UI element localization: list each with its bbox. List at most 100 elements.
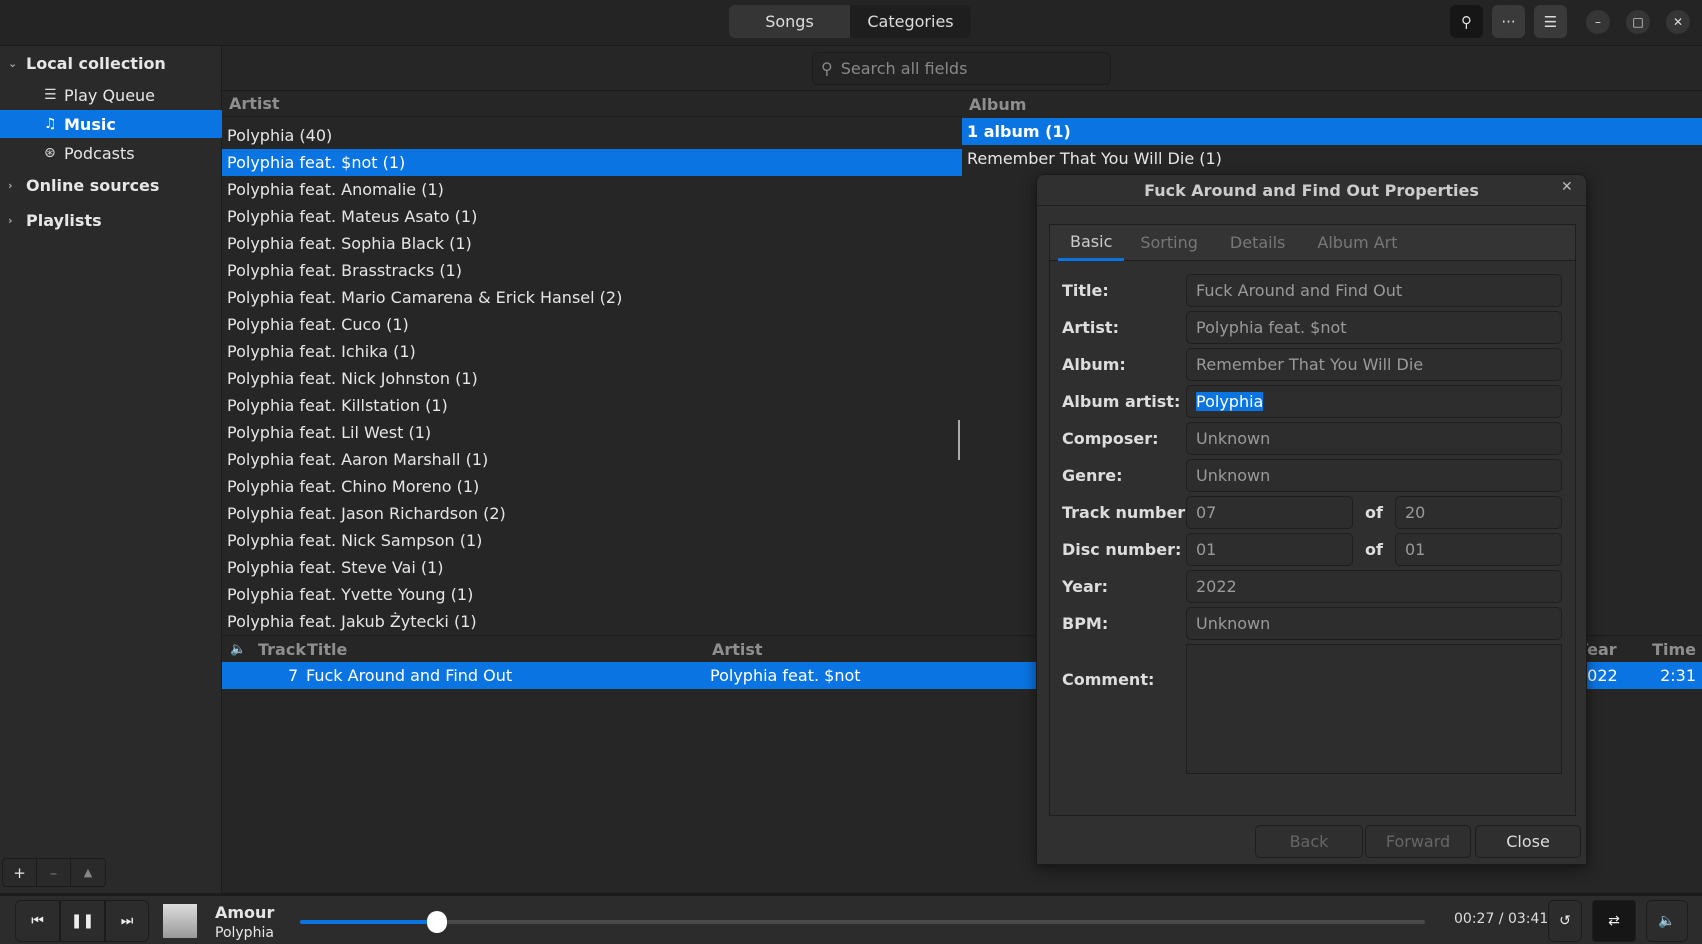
sidebar-item-label: Music	[64, 114, 116, 134]
list-item[interactable]: Polyphia feat. Mario Camarena & Erick Ha…	[222, 284, 962, 311]
sidebar-group-online-sources[interactable]: › Online sources	[0, 171, 222, 199]
tab-songs[interactable]: Songs	[729, 5, 850, 38]
group-label: Online sources	[26, 175, 160, 195]
track-number-field[interactable]: 07	[1186, 496, 1353, 529]
bpm-field[interactable]: Unknown	[1186, 607, 1562, 640]
sidebar-item-music[interactable]: ♫ Music	[0, 110, 222, 138]
back-button[interactable]: Back	[1255, 825, 1363, 858]
track-column-header[interactable]: Track	[258, 640, 306, 659]
comment-textarea[interactable]	[1186, 644, 1562, 774]
list-item[interactable]: Polyphia feat. $not (1)	[222, 149, 962, 176]
list-item[interactable]: Polyphia feat. Yvette Young (1)	[222, 581, 962, 608]
seek-handle[interactable]	[427, 911, 448, 933]
tab-album-art[interactable]: Album Art	[1301, 233, 1413, 252]
artist-column-header[interactable]: Artist	[222, 91, 962, 117]
minimize-button[interactable]: –	[1586, 10, 1610, 34]
tab-categories[interactable]: Categories	[850, 5, 971, 38]
title-column-header[interactable]: Title	[307, 640, 347, 659]
title-field[interactable]: Fuck Around and Find Out	[1186, 274, 1562, 307]
menu-button[interactable]: ☰	[1534, 5, 1567, 38]
search-button[interactable]: ⚲	[1450, 5, 1483, 38]
album-column-header[interactable]: Album	[962, 91, 1702, 118]
close-button[interactable]: Close	[1475, 825, 1581, 858]
disc-total-field[interactable]: 01	[1395, 533, 1562, 566]
sidebar-item-label: Play Queue	[64, 85, 156, 105]
list-item[interactable]: Polyphia feat. Steve Vai (1)	[222, 554, 962, 581]
track-number: 7	[288, 666, 299, 685]
album-art	[163, 904, 197, 938]
remove-button[interactable]: –	[37, 859, 71, 886]
scrollbar[interactable]	[958, 420, 960, 460]
sidebar-item-podcasts[interactable]: ⊛ Podcasts	[0, 139, 222, 167]
previous-icon: ⏮	[31, 913, 44, 929]
disc-number-field[interactable]: 01	[1186, 533, 1353, 566]
previous-button[interactable]: ⏮	[15, 900, 60, 942]
time-readout: 00:27 / 03:41	[1454, 911, 1549, 927]
close-icon: ✕	[1672, 15, 1684, 29]
maximize-button[interactable]: □	[1626, 10, 1650, 34]
composer-label: Composer:	[1062, 429, 1159, 448]
group-label: Playlists	[26, 210, 102, 230]
artist-column-header[interactable]: Artist	[712, 640, 763, 659]
sidebar-group-local-collection[interactable]: ⌄ Local collection	[0, 49, 222, 77]
pause-button[interactable]: ❚❚	[60, 900, 105, 942]
comment-label: Comment:	[1062, 670, 1155, 689]
search-icon: ⚲	[1461, 12, 1472, 31]
album-artist-label: Album artist:	[1062, 392, 1181, 411]
list-item[interactable]: Polyphia feat. Jakub Żytecki (1)	[222, 608, 962, 635]
shuffle-button[interactable]: ⇄	[1592, 900, 1636, 942]
selected-text: Polyphia	[1196, 392, 1264, 411]
volume-button[interactable]: 🔈	[1646, 900, 1688, 942]
more-button[interactable]: ···	[1492, 5, 1525, 38]
forward-button[interactable]: Forward	[1365, 825, 1471, 858]
sidebar-item-label: Podcasts	[64, 143, 135, 163]
seek-slider[interactable]	[300, 911, 1425, 933]
close-window-button[interactable]: ✕	[1666, 10, 1690, 34]
search-input[interactable]: ⚲ Search all fields	[812, 52, 1111, 85]
tab-sorting[interactable]: Sorting	[1124, 233, 1214, 252]
list-item[interactable]: Polyphia feat. Nick Sampson (1)	[222, 527, 962, 554]
artist-pane: Artist Polyphia (40) Polyphia feat. $not …	[222, 91, 962, 635]
now-playing-artist: Polyphia	[215, 925, 274, 941]
eject-button[interactable]: ▲	[71, 859, 105, 886]
track-total-field[interactable]: 20	[1395, 496, 1562, 529]
tab-basic[interactable]: Basic	[1058, 225, 1125, 261]
speaker-icon: 🔈	[230, 641, 247, 657]
next-button[interactable]: ⏭	[105, 900, 149, 942]
player-bar: ⏮ ❚❚ ⏭ Amour Polyphia 00:27 / 03:41 ↺ ⇄ …	[0, 893, 1702, 944]
album-artist-field[interactable]: Polyphia	[1186, 385, 1562, 418]
dialog-close-button[interactable]: ✕	[1561, 179, 1573, 195]
list-item[interactable]: Polyphia feat. Jason Richardson (2)	[222, 500, 962, 527]
list-item[interactable]: Polyphia feat. Anomalie (1)	[222, 176, 962, 203]
list-item[interactable]: Polyphia feat. Cuco (1)	[222, 311, 962, 338]
tab-details[interactable]: Details	[1214, 233, 1301, 252]
repeat-button[interactable]: ↺	[1548, 900, 1582, 942]
sidebar-group-playlists[interactable]: › Playlists	[0, 206, 222, 234]
of-label: of	[1365, 503, 1383, 522]
genre-field[interactable]: Unknown	[1186, 459, 1562, 492]
year-field[interactable]: 2022	[1186, 570, 1562, 603]
list-item[interactable]: Polyphia feat. Chino Moreno (1)	[222, 473, 962, 500]
tab-bar: Basic Sorting Details Album Art	[1050, 225, 1575, 261]
list-item[interactable]: Polyphia feat. Killstation (1)	[222, 392, 962, 419]
list-item[interactable]: Polyphia feat. Nick Johnston (1)	[222, 365, 962, 392]
list-item[interactable]: Polyphia feat. Sophia Black (1)	[222, 230, 962, 257]
list-item[interactable]: Polyphia feat. Aaron Marshall (1)	[222, 446, 962, 473]
list-item[interactable]: Polyphia feat. Mateus Asato (1)	[222, 203, 962, 230]
list-item[interactable]: Remember That You Will Die (1)	[962, 145, 1702, 172]
composer-field[interactable]: Unknown	[1186, 422, 1562, 455]
list-item[interactable]: Polyphia feat. Brasstracks (1)	[222, 257, 962, 284]
album-field[interactable]: Remember That You Will Die	[1186, 348, 1562, 381]
artist-field[interactable]: Polyphia feat. $not	[1186, 311, 1562, 344]
time-column-header[interactable]: Time	[1652, 640, 1696, 659]
add-button[interactable]: +	[3, 859, 37, 886]
list-item[interactable]: Polyphia feat. Lil West (1)	[222, 419, 962, 446]
list-item[interactable]: Polyphia feat. Ichika (1)	[222, 338, 962, 365]
sidebar-item-play-queue[interactable]: ☰ Play Queue	[0, 81, 222, 109]
disc-label: Disc number:	[1062, 540, 1182, 559]
now-playing-title: Amour	[215, 903, 275, 922]
list-icon: ☰	[44, 87, 57, 103]
pause-icon: ❚❚	[70, 913, 95, 929]
list-item[interactable]: Polyphia (40)	[222, 122, 962, 149]
list-item[interactable]: 1 album (1)	[962, 118, 1702, 145]
